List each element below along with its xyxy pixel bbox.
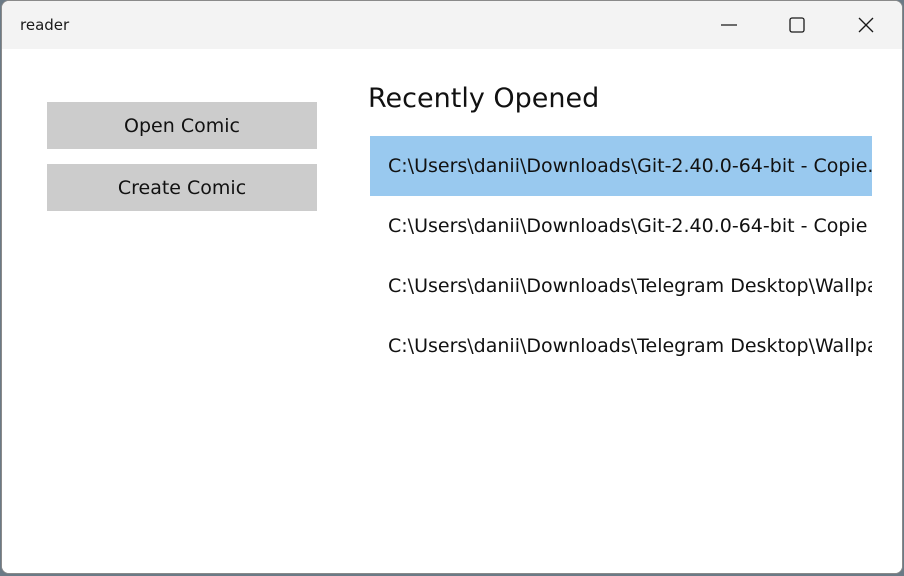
title-bar[interactable]: reader [2,1,902,49]
close-icon [858,17,874,33]
main-content: Open Comic Create Comic Recently Opened … [2,49,902,573]
open-comic-button[interactable]: Open Comic [47,102,317,149]
minimize-icon [721,24,737,26]
minimize-button[interactable] [695,1,763,49]
maximize-button[interactable] [763,1,831,49]
maximize-icon [789,17,805,33]
recent-list[interactable]: C:\Users\danii\Downloads\Git-2.40.0-64-b… [370,136,872,376]
window-title: reader [20,16,70,34]
recent-item[interactable]: C:\Users\danii\Downloads\Git-2.40.0-64-b… [370,196,872,256]
recent-item[interactable]: C:\Users\danii\Downloads\Telegram Deskto… [370,256,872,316]
create-comic-button[interactable]: Create Comic [47,164,317,211]
recent-item[interactable]: C:\Users\danii\Downloads\Telegram Deskto… [370,316,872,376]
app-window: reader Open Comic Create Comic Recently … [1,0,903,574]
recent-item[interactable]: C:\Users\danii\Downloads\Git-2.40.0-64-b… [370,136,872,196]
close-button[interactable] [832,1,900,49]
recent-heading: Recently Opened [368,83,600,114]
